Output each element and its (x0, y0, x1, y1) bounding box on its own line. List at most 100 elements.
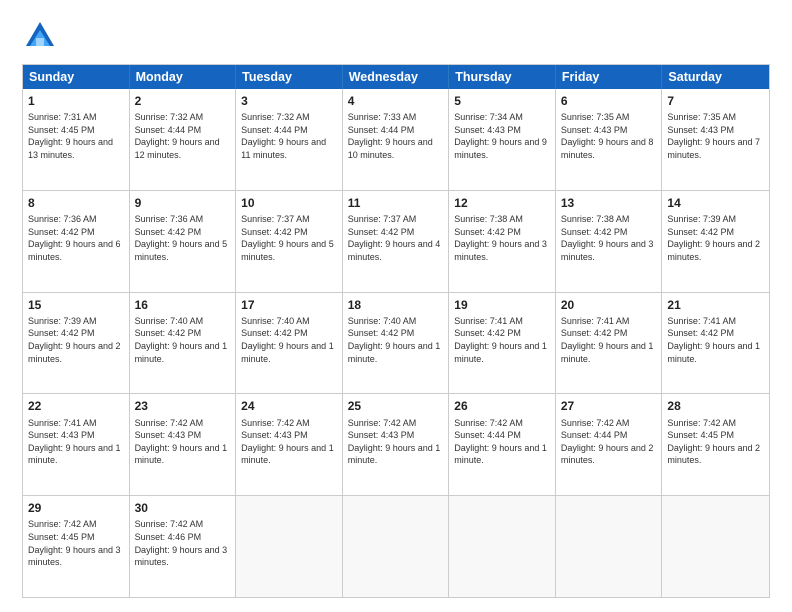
day-number: 7 (667, 93, 764, 109)
calendar-day-22: 22 Sunrise: 7:41 AMSunset: 4:43 PMDayligh… (23, 394, 130, 495)
calendar-day-15: 15 Sunrise: 7:39 AMSunset: 4:42 PMDayligh… (23, 293, 130, 394)
day-number: 10 (241, 195, 337, 211)
day-info: Sunrise: 7:39 AMSunset: 4:42 PMDaylight:… (667, 213, 764, 263)
day-number: 3 (241, 93, 337, 109)
calendar-day-18: 18 Sunrise: 7:40 AMSunset: 4:42 PMDayligh… (343, 293, 450, 394)
calendar-day-7: 7 Sunrise: 7:35 AMSunset: 4:43 PMDaylight… (662, 89, 769, 190)
header-day-thursday: Thursday (449, 65, 556, 89)
calendar-day-12: 12 Sunrise: 7:38 AMSunset: 4:42 PMDayligh… (449, 191, 556, 292)
calendar-day-25: 25 Sunrise: 7:42 AMSunset: 4:43 PMDayligh… (343, 394, 450, 495)
calendar-day-24: 24 Sunrise: 7:42 AMSunset: 4:43 PMDayligh… (236, 394, 343, 495)
day-info: Sunrise: 7:41 AMSunset: 4:43 PMDaylight:… (28, 417, 124, 467)
calendar-row-2: 8 Sunrise: 7:36 AMSunset: 4:42 PMDaylight… (23, 191, 769, 293)
calendar-row-5: 29 Sunrise: 7:42 AMSunset: 4:45 PMDayligh… (23, 496, 769, 597)
day-info: Sunrise: 7:42 AMSunset: 4:43 PMDaylight:… (348, 417, 444, 467)
day-number: 4 (348, 93, 444, 109)
day-info: Sunrise: 7:32 AMSunset: 4:44 PMDaylight:… (135, 111, 231, 161)
day-info: Sunrise: 7:40 AMSunset: 4:42 PMDaylight:… (348, 315, 444, 365)
day-info: Sunrise: 7:34 AMSunset: 4:43 PMDaylight:… (454, 111, 550, 161)
calendar-day-10: 10Sunrise: 7:37 AMSunset: 4:42 PMDayligh… (236, 191, 343, 292)
day-info: Sunrise: 7:40 AMSunset: 4:42 PMDaylight:… (241, 315, 337, 365)
day-info: Sunrise: 7:42 AMSunset: 4:45 PMDaylight:… (667, 417, 764, 467)
calendar-day-26: 26 Sunrise: 7:42 AMSunset: 4:44 PMDayligh… (449, 394, 556, 495)
day-number: 21 (667, 297, 764, 313)
day-number: 24 (241, 398, 337, 414)
day-number: 19 (454, 297, 550, 313)
day-number: 23 (135, 398, 231, 414)
day-info: Sunrise: 7:40 AMSunset: 4:42 PMDaylight:… (135, 315, 231, 365)
day-number: 29 (28, 500, 124, 516)
day-number: 30 (135, 500, 231, 516)
day-number: 13 (561, 195, 657, 211)
day-number: 6 (561, 93, 657, 109)
day-number: 9 (135, 195, 231, 211)
day-number: 18 (348, 297, 444, 313)
calendar-body: 1 Sunrise: 7:31 AMSunset: 4:45 PMDaylight… (23, 89, 769, 597)
day-info: Sunrise: 7:42 AMSunset: 4:45 PMDaylight:… (28, 518, 124, 568)
calendar-day-17: 17 Sunrise: 7:40 AMSunset: 4:42 PMDayligh… (236, 293, 343, 394)
day-number: 12 (454, 195, 550, 211)
day-number: 5 (454, 93, 550, 109)
header-day-saturday: Saturday (662, 65, 769, 89)
calendar-day-empty (449, 496, 556, 597)
day-number: 15 (28, 297, 124, 313)
calendar-day-6: 6 Sunrise: 7:35 AMSunset: 4:43 PMDaylight… (556, 89, 663, 190)
day-number: 25 (348, 398, 444, 414)
day-number: 2 (135, 93, 231, 109)
calendar-day-30: 30 Sunrise: 7:42 AMSunset: 4:46 PMDayligh… (130, 496, 237, 597)
day-info: Sunrise: 7:38 AMSunset: 4:42 PMDaylight:… (454, 213, 550, 263)
calendar-day-1: 1 Sunrise: 7:31 AMSunset: 4:45 PMDaylight… (23, 89, 130, 190)
day-number: 14 (667, 195, 764, 211)
day-info: Sunrise: 7:36 AMSunset: 4:42 PMDaylight:… (135, 213, 231, 263)
day-info: Sunrise: 7:31 AMSunset: 4:45 PMDaylight:… (28, 111, 124, 161)
calendar-day-14: 14 Sunrise: 7:39 AMSunset: 4:42 PMDayligh… (662, 191, 769, 292)
page: SundayMondayTuesdayWednesdayThursdayFrid… (0, 0, 792, 612)
calendar-day-23: 23 Sunrise: 7:42 AMSunset: 4:43 PMDayligh… (130, 394, 237, 495)
calendar-day-21: 21 Sunrise: 7:41 AMSunset: 4:42 PMDayligh… (662, 293, 769, 394)
logo-icon (22, 18, 58, 54)
calendar-day-5: 5 Sunrise: 7:34 AMSunset: 4:43 PMDaylight… (449, 89, 556, 190)
calendar-day-16: 16Sunrise: 7:40 AMSunset: 4:42 PMDayligh… (130, 293, 237, 394)
header-day-friday: Friday (556, 65, 663, 89)
day-number: 1 (28, 93, 124, 109)
day-number: 26 (454, 398, 550, 414)
calendar-day-27: 27 Sunrise: 7:42 AMSunset: 4:44 PMDayligh… (556, 394, 663, 495)
day-info: Sunrise: 7:38 AMSunset: 4:42 PMDaylight:… (561, 213, 657, 263)
day-info: Sunrise: 7:42 AMSunset: 4:44 PMDaylight:… (561, 417, 657, 467)
calendar-day-4: 4Sunrise: 7:33 AMSunset: 4:44 PMDaylight… (343, 89, 450, 190)
day-info: Sunrise: 7:36 AMSunset: 4:42 PMDaylight:… (28, 213, 124, 263)
calendar-day-empty (236, 496, 343, 597)
calendar-day-29: 29 Sunrise: 7:42 AMSunset: 4:45 PMDayligh… (23, 496, 130, 597)
day-number: 8 (28, 195, 124, 211)
header-day-tuesday: Tuesday (236, 65, 343, 89)
header-day-wednesday: Wednesday (343, 65, 450, 89)
day-info: Sunrise: 7:42 AMSunset: 4:43 PMDaylight:… (241, 417, 337, 467)
day-info: Sunrise: 7:42 AMSunset: 4:46 PMDaylight:… (135, 518, 231, 568)
header-day-sunday: Sunday (23, 65, 130, 89)
calendar-row-1: 1 Sunrise: 7:31 AMSunset: 4:45 PMDaylight… (23, 89, 769, 191)
calendar-day-3: 3 Sunrise: 7:32 AMSunset: 4:44 PMDaylight… (236, 89, 343, 190)
calendar-day-9: 9 Sunrise: 7:36 AMSunset: 4:42 PMDaylight… (130, 191, 237, 292)
logo (22, 18, 62, 54)
calendar-day-11: 11Sunrise: 7:37 AMSunset: 4:42 PMDayligh… (343, 191, 450, 292)
day-number: 27 (561, 398, 657, 414)
calendar-row-3: 15 Sunrise: 7:39 AMSunset: 4:42 PMDayligh… (23, 293, 769, 395)
calendar: SundayMondayTuesdayWednesdayThursdayFrid… (22, 64, 770, 598)
day-info: Sunrise: 7:39 AMSunset: 4:42 PMDaylight:… (28, 315, 124, 365)
calendar-row-4: 22 Sunrise: 7:41 AMSunset: 4:43 PMDayligh… (23, 394, 769, 496)
day-info: Sunrise: 7:35 AMSunset: 4:43 PMDaylight:… (667, 111, 764, 161)
day-info: Sunrise: 7:41 AMSunset: 4:42 PMDaylight:… (667, 315, 764, 365)
day-number: 17 (241, 297, 337, 313)
calendar-day-19: 19 Sunrise: 7:41 AMSunset: 4:42 PMDayligh… (449, 293, 556, 394)
day-number: 11 (348, 195, 444, 211)
day-info: Sunrise: 7:32 AMSunset: 4:44 PMDaylight:… (241, 111, 337, 161)
calendar-day-empty (343, 496, 450, 597)
day-info: Sunrise: 7:42 AMSunset: 4:43 PMDaylight:… (135, 417, 231, 467)
day-info: Sunrise: 7:35 AMSunset: 4:43 PMDaylight:… (561, 111, 657, 161)
day-info: Sunrise: 7:42 AMSunset: 4:44 PMDaylight:… (454, 417, 550, 467)
day-info: Sunrise: 7:41 AMSunset: 4:42 PMDaylight:… (454, 315, 550, 365)
day-number: 20 (561, 297, 657, 313)
day-info: Sunrise: 7:41 AMSunset: 4:42 PMDaylight:… (561, 315, 657, 365)
day-number: 22 (28, 398, 124, 414)
day-number: 28 (667, 398, 764, 414)
